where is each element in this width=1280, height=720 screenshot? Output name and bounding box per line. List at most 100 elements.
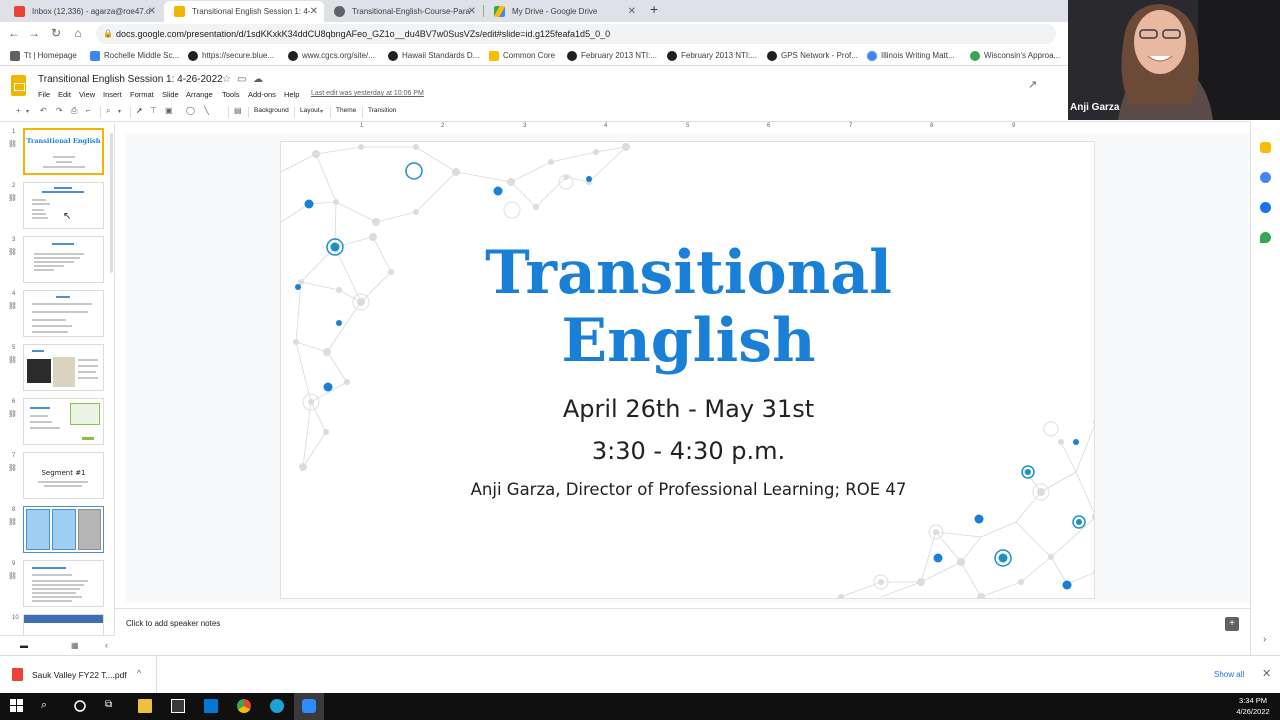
contacts-icon[interactable]: [1260, 202, 1271, 213]
zoom-icon[interactable]: ⌕: [106, 106, 110, 116]
menu-tools[interactable]: Tools: [222, 90, 240, 99]
document-title[interactable]: Transitional English Session 1: 4-26-202…: [38, 74, 223, 85]
clock-time[interactable]: 3:34 PM: [1230, 696, 1276, 705]
back-arrow-icon[interactable]: ←: [6, 26, 22, 40]
explore-plus-icon[interactable]: +: [1225, 617, 1239, 631]
bookmark-item[interactable]: www.cgcs.org/site/...: [288, 46, 375, 66]
download-item[interactable]: Sauk Valley FY22 T....pdf ^: [0, 656, 157, 694]
taskbar-active-item[interactable]: [294, 693, 324, 720]
slide-thumbnail-8[interactable]: [23, 506, 104, 553]
bookmark-item[interactable]: GPS Network - Prof...: [767, 46, 858, 66]
layout-button[interactable]: Layout: [300, 107, 320, 114]
menu-addons[interactable]: Add-ons: [248, 90, 276, 99]
filmstrip-scrollbar[interactable]: [110, 133, 113, 273]
chevron-down-icon[interactable]: ▾: [26, 108, 29, 115]
last-edit-link[interactable]: Last edit was yesterday at 10:06 PM: [311, 90, 424, 97]
select-cursor-icon[interactable]: ➚: [136, 106, 143, 115]
chevron-down-icon[interactable]: ▾: [320, 108, 323, 115]
chevron-right-icon[interactable]: ›: [1263, 634, 1266, 645]
text-box-icon[interactable]: ⊤: [150, 106, 157, 115]
close-tab-icon[interactable]: ✕: [468, 1, 476, 22]
show-all-button[interactable]: Show all: [1214, 670, 1244, 679]
bookmark-item[interactable]: https://secure.blue...: [188, 46, 274, 66]
tab-google-drive[interactable]: My Drive - Google Drive ✕: [484, 1, 642, 22]
search-icon[interactable]: ⌕: [41, 699, 55, 713]
slide-title[interactable]: Transitional English: [281, 239, 1094, 375]
menu-format[interactable]: Format: [130, 90, 154, 99]
close-tab-icon[interactable]: ✕: [310, 1, 318, 22]
slide-thumbnail-9[interactable]: [23, 560, 104, 607]
speaker-notes-panel[interactable]: Click to add speaker notes +: [115, 608, 1250, 635]
transition-button[interactable]: Transition: [368, 107, 396, 114]
tab-slides[interactable]: Transitional English Session 1: 4- ✕: [164, 1, 324, 22]
slide-thumbnail-7[interactable]: Segment #1: [23, 452, 104, 499]
slide-thumbnail-1[interactable]: Transitional English: [23, 128, 104, 175]
menu-view[interactable]: View: [79, 90, 95, 99]
redo-icon[interactable]: ↷: [56, 106, 63, 115]
new-tab-button[interactable]: +: [650, 1, 658, 17]
tasks-icon[interactable]: [1260, 172, 1271, 183]
bookmark-item[interactable]: Common Core: [489, 46, 555, 66]
undo-icon[interactable]: ↶: [40, 106, 47, 115]
store-icon[interactable]: [171, 699, 185, 713]
forward-arrow-icon[interactable]: →: [26, 26, 42, 40]
close-icon[interactable]: ✕: [1262, 667, 1271, 680]
slide-date-text[interactable]: April 26th - May 31st: [281, 395, 1094, 423]
speaker-notes-placeholder[interactable]: Click to add speaker notes: [126, 619, 220, 628]
collapse-chevron-icon[interactable]: ‹: [105, 640, 108, 650]
print-icon[interactable]: ⎙: [71, 106, 77, 116]
bookmark-item[interactable]: Wisconsin's Approa...: [970, 46, 1060, 66]
filmstrip-view-icon[interactable]: ▬: [20, 641, 28, 650]
chevron-down-icon[interactable]: ▾: [118, 108, 121, 115]
tab-gmail[interactable]: Inbox (12,336) - agarza@roe47.o ✕: [4, 1, 162, 22]
cortana-icon[interactable]: [73, 699, 87, 713]
chevron-up-icon[interactable]: ^: [137, 668, 141, 678]
file-explorer-icon[interactable]: [138, 699, 152, 713]
new-slide-plus-icon[interactable]: +: [16, 106, 21, 115]
menu-arrange[interactable]: Arrange: [186, 90, 213, 99]
slide-author-text[interactable]: Anji Garza, Director of Professional Lea…: [281, 480, 1094, 499]
activity-trend-icon[interactable]: ↗: [1028, 78, 1037, 91]
menu-file[interactable]: File: [38, 90, 50, 99]
close-tab-icon[interactable]: ✕: [628, 1, 636, 22]
slide-thumbnail-3[interactable]: [23, 236, 104, 283]
keep-icon[interactable]: [1260, 142, 1271, 153]
comment-icon[interactable]: ▤: [234, 106, 242, 115]
grid-view-icon[interactable]: ▦: [71, 641, 79, 650]
image-icon[interactable]: ▣: [165, 106, 173, 115]
bookmark-item[interactable]: Rochelle Middle Sc...: [90, 46, 179, 66]
slide-thumbnail-2[interactable]: ↖: [23, 182, 104, 229]
mail-icon[interactable]: [204, 699, 218, 713]
star-icon[interactable]: ☆: [222, 74, 231, 85]
menu-help[interactable]: Help: [284, 90, 299, 99]
bookmark-item[interactable]: Hawaii Standards D...: [388, 46, 479, 66]
edge-icon[interactable]: [270, 699, 284, 713]
task-view-icon[interactable]: ⧉: [105, 699, 119, 713]
windows-start-icon[interactable]: [10, 699, 24, 713]
slide-thumbnail-4[interactable]: [23, 290, 104, 337]
slide-thumbnail-10[interactable]: [23, 614, 104, 635]
paint-format-icon[interactable]: ⌐: [86, 106, 91, 115]
slide-canvas[interactable]: Transitional English April 26th - May 31…: [280, 141, 1095, 599]
tab-course-para[interactable]: Transitional-English-Course-Para ✕: [324, 1, 482, 22]
reload-icon[interactable]: ↻: [48, 26, 64, 40]
clock-date[interactable]: 4/26/2022: [1230, 707, 1276, 716]
close-tab-icon[interactable]: ✕: [148, 1, 156, 22]
slide-thumbnail-6[interactable]: [23, 398, 104, 445]
chrome-icon[interactable]: [237, 699, 251, 713]
address-bar[interactable]: 🔒 docs.google.com/presentation/d/1sdKKxk…: [96, 24, 1056, 44]
shape-icon[interactable]: ◯: [186, 106, 195, 115]
background-button[interactable]: Background: [254, 107, 289, 114]
bookmark-item[interactable]: Tt | Homepage: [10, 46, 77, 66]
bookmark-item[interactable]: February 2013 NTI:...: [567, 46, 657, 66]
bookmark-item[interactable]: Illinois Writing Matt...: [867, 46, 955, 66]
slide-time-text[interactable]: 3:30 - 4:30 p.m.: [281, 437, 1094, 465]
theme-button[interactable]: Theme: [336, 107, 356, 114]
line-icon[interactable]: ╲: [204, 106, 209, 115]
bookmark-item[interactable]: February 2013 NTI:...: [667, 46, 757, 66]
menu-insert[interactable]: Insert: [103, 90, 122, 99]
home-icon[interactable]: ⌂: [70, 26, 86, 40]
menu-edit[interactable]: Edit: [58, 90, 71, 99]
maps-icon[interactable]: [1260, 232, 1271, 243]
google-slides-logo-icon[interactable]: [11, 75, 26, 96]
